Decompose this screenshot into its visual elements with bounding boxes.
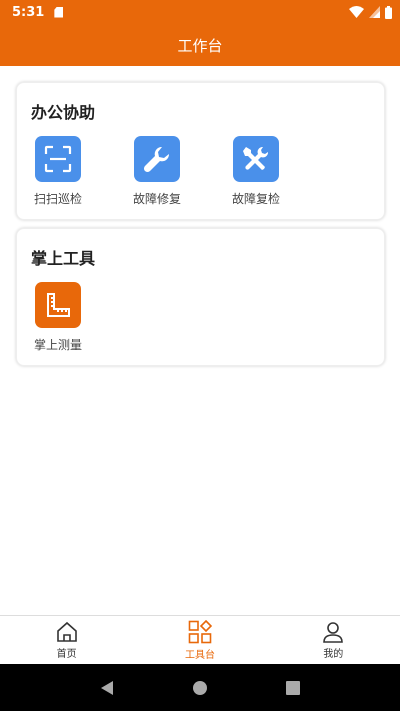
wrench-icon bbox=[134, 136, 180, 182]
handheld-measure-item[interactable]: 掌上测量 bbox=[18, 282, 98, 353]
tab-label: 我的 bbox=[323, 648, 344, 660]
item-label: 掌上测量 bbox=[33, 338, 82, 352]
system-nav-bar bbox=[0, 664, 400, 711]
bottom-tab-bar: 首页 工具台 我的 bbox=[0, 615, 400, 664]
fault-recheck-item[interactable]: 故障复检 bbox=[216, 136, 296, 207]
office-assist-card: 办公协助 扫扫巡检 故障修复 故障复检 bbox=[16, 82, 385, 220]
section-title: 办公协助 bbox=[31, 103, 96, 122]
workbench-content: 办公协助 扫扫巡检 故障修复 故障复检 掌上工具 掌上测量 bbox=[0, 66, 400, 615]
home-icon bbox=[56, 621, 77, 642]
tab-label: 首页 bbox=[56, 648, 77, 660]
grid-icon bbox=[188, 619, 212, 643]
tab-label: 工具台 bbox=[184, 649, 215, 661]
signal-icon bbox=[369, 6, 380, 18]
handheld-tools-card: 掌上工具 掌上测量 bbox=[16, 228, 385, 366]
home-button[interactable] bbox=[180, 668, 220, 708]
item-label: 扫扫巡检 bbox=[33, 192, 82, 206]
recents-button[interactable] bbox=[273, 668, 313, 708]
back-icon bbox=[100, 680, 113, 695]
status-bar: 5:31 bbox=[0, 0, 400, 24]
sd-card-icon bbox=[54, 6, 64, 18]
battery-icon bbox=[385, 5, 392, 19]
scan-inspection-item[interactable]: 扫扫巡检 bbox=[18, 136, 98, 207]
status-icons bbox=[349, 5, 392, 19]
wifi-icon bbox=[349, 6, 364, 18]
user-icon bbox=[323, 621, 344, 643]
page-title: 工作台 bbox=[177, 36, 223, 55]
tab-workbench[interactable]: 工具台 bbox=[133, 616, 266, 664]
tab-home[interactable]: 首页 bbox=[0, 616, 133, 664]
home-circle-icon bbox=[192, 680, 207, 695]
status-time: 5:31 bbox=[12, 4, 45, 20]
fault-repair-item[interactable]: 故障修复 bbox=[117, 136, 197, 207]
section-title: 掌上工具 bbox=[31, 249, 96, 268]
ruler-icon bbox=[35, 282, 81, 328]
item-label: 故障修复 bbox=[132, 192, 181, 206]
item-label: 故障复检 bbox=[231, 192, 280, 206]
scan-icon bbox=[35, 136, 81, 182]
recents-icon bbox=[286, 680, 301, 695]
back-button[interactable] bbox=[87, 668, 127, 708]
tools-icon bbox=[233, 136, 279, 182]
app-header: 工作台 bbox=[0, 24, 400, 66]
tab-mine[interactable]: 我的 bbox=[267, 616, 400, 664]
